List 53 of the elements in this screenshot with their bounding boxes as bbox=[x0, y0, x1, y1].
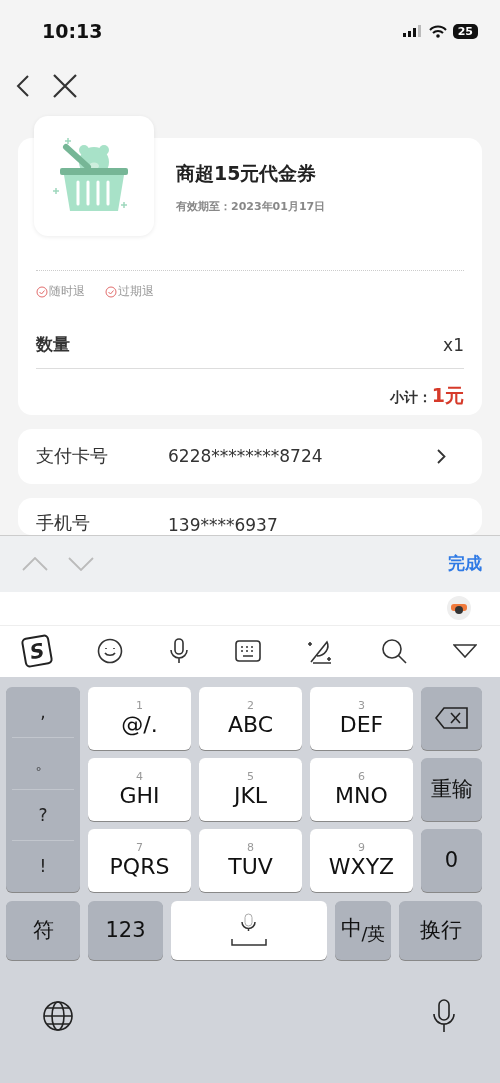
product-title: 商超15元代金券 bbox=[176, 160, 318, 186]
quantity-value: x1 bbox=[443, 334, 464, 355]
keyboard-icon[interactable] bbox=[235, 640, 262, 662]
letter-key[interactable]: 8 TUV bbox=[199, 828, 302, 892]
backspace-icon bbox=[434, 707, 469, 729]
function-key[interactable]: 符 bbox=[6, 900, 80, 960]
function-key[interactable]: 0 bbox=[421, 828, 482, 892]
letter-key[interactable]: 7 PQRS bbox=[88, 828, 191, 892]
punctuation-key[interactable]: 。 bbox=[12, 738, 74, 790]
check-circle-icon bbox=[36, 285, 48, 298]
punctuation-key[interactable]: ? bbox=[12, 789, 74, 841]
search-icon[interactable] bbox=[381, 638, 408, 664]
collapse-triangle-icon[interactable] bbox=[453, 644, 477, 658]
microphone-icon[interactable] bbox=[432, 998, 456, 1035]
letter-key[interactable]: 5 JKL bbox=[199, 757, 302, 821]
subtotal-label: 小计： bbox=[389, 389, 432, 407]
battery-level: 25 bbox=[452, 23, 478, 39]
letter-key[interactable]: 4 GHI bbox=[88, 757, 191, 821]
info-row[interactable]: 支付卡号 6228********8724 bbox=[18, 429, 482, 484]
backspace-key[interactable] bbox=[421, 686, 482, 750]
function-key[interactable]: 换行 bbox=[399, 900, 482, 960]
letter-key[interactable]: 1 @/. bbox=[88, 686, 191, 750]
microphone-icon[interactable] bbox=[169, 638, 190, 664]
signal-icon bbox=[402, 25, 423, 37]
function-key[interactable]: 重输 bbox=[421, 757, 482, 821]
check-circle-icon bbox=[105, 285, 117, 298]
function-key[interactable]: 中$_{/英}$ bbox=[335, 900, 391, 960]
row-label: 支付卡号 bbox=[36, 444, 109, 469]
quantity-label: 数量 bbox=[36, 333, 70, 356]
back-icon[interactable] bbox=[16, 74, 30, 98]
status-time: 10:13 bbox=[42, 20, 103, 42]
row-value: 139****6937 bbox=[168, 514, 279, 535]
space-microphone-icon bbox=[229, 912, 269, 948]
letter-key[interactable]: 9 WXYZ bbox=[310, 828, 413, 892]
row-value: 6228********8724 bbox=[168, 446, 324, 467]
done-button[interactable]: 完成 bbox=[448, 552, 482, 575]
subtotal-value: 1元 bbox=[431, 383, 464, 408]
punctuation-key[interactable]: , bbox=[12, 686, 74, 738]
refund-tag: 过期退 bbox=[105, 283, 154, 300]
punctuation-key[interactable]: ! bbox=[12, 841, 74, 892]
letter-key[interactable]: 6 MNO bbox=[310, 757, 413, 821]
mascot-icon[interactable] bbox=[446, 595, 472, 621]
validity-date: 有效期至：2023年01月17日 bbox=[176, 198, 326, 214]
close-icon[interactable] bbox=[52, 73, 78, 99]
refund-tag: 随时退 bbox=[36, 283, 85, 300]
emoji-icon[interactable] bbox=[97, 638, 124, 664]
globe-icon[interactable] bbox=[42, 1000, 74, 1033]
wifi-icon bbox=[428, 24, 447, 38]
row-label: 手机号 bbox=[36, 510, 91, 535]
letter-key[interactable]: 3 DEF bbox=[310, 686, 413, 750]
ime-logo[interactable]: S bbox=[20, 633, 54, 669]
function-key[interactable]: 123 bbox=[88, 900, 163, 960]
letter-key[interactable]: 2 ABC bbox=[199, 686, 302, 750]
